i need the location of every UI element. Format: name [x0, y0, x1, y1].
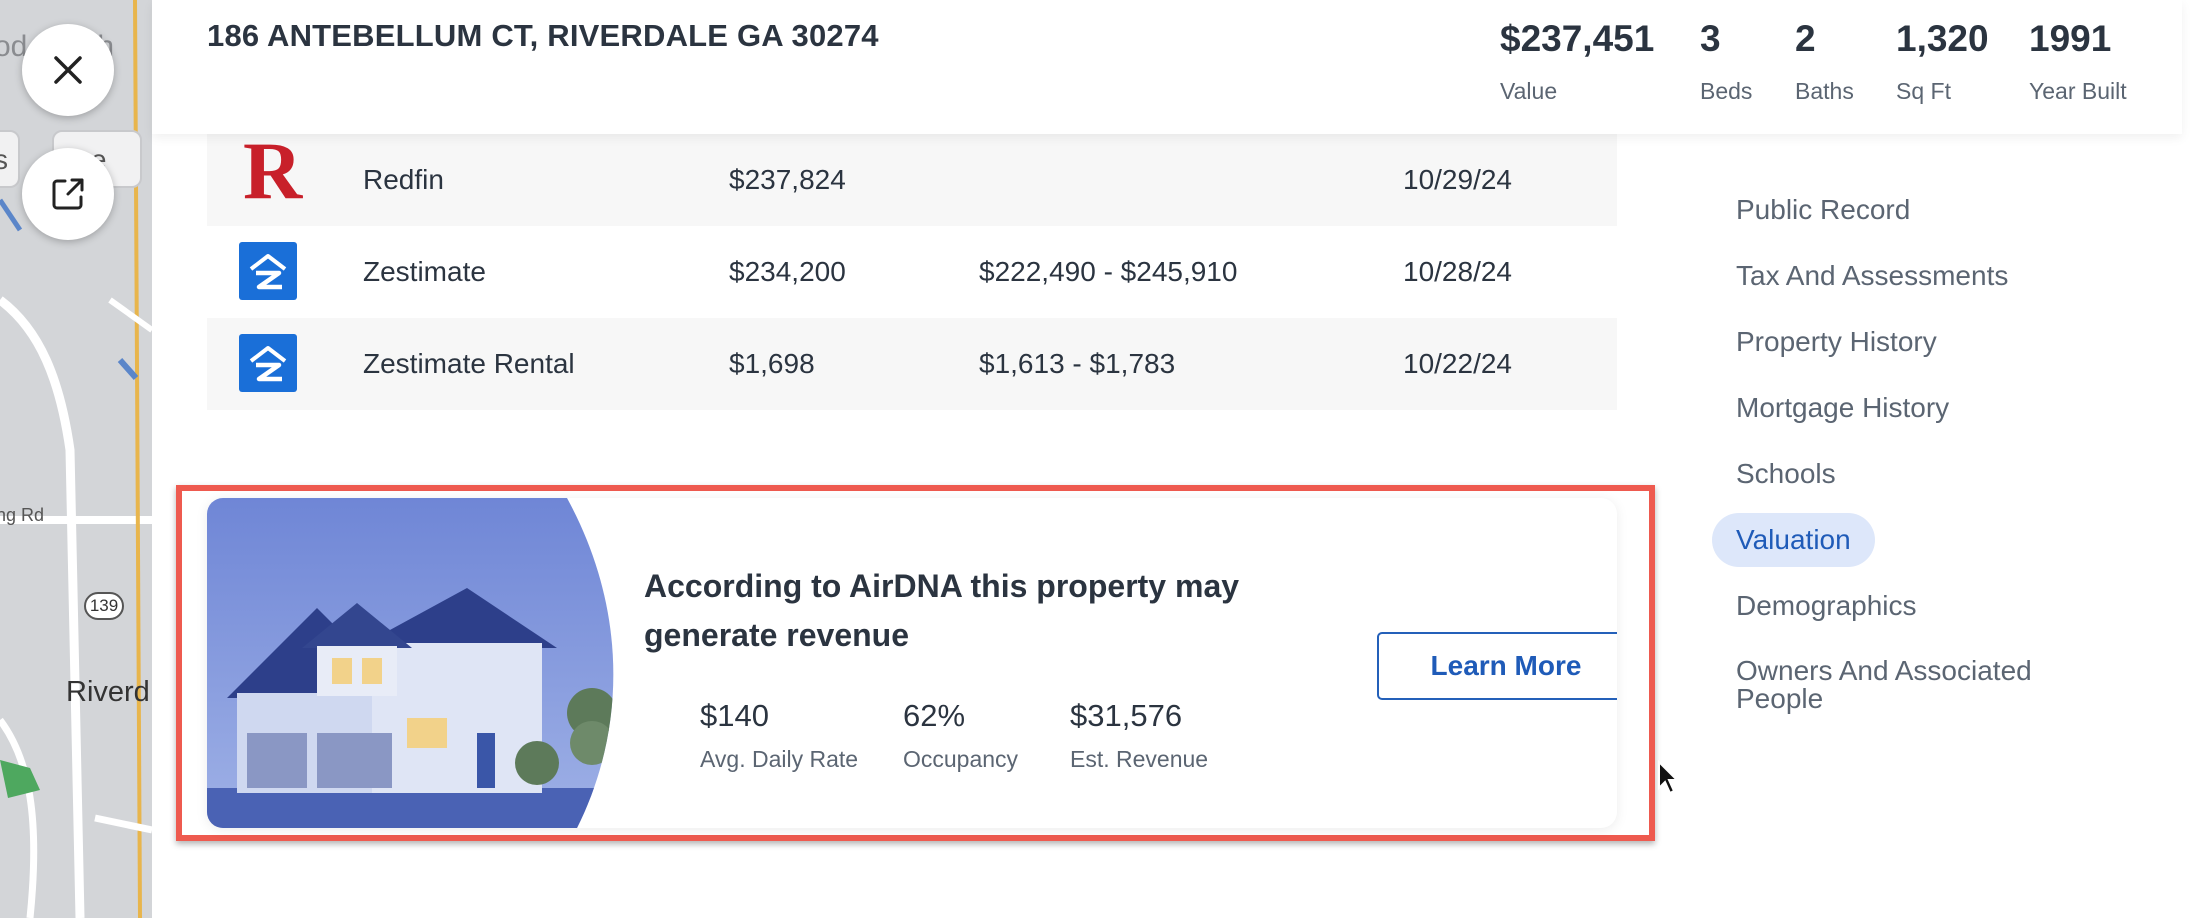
learn-more-button[interactable]: Learn More [1377, 632, 1617, 700]
stat-sqft: 1,320 Sq Ft [1896, 18, 1989, 105]
close-button[interactable] [22, 24, 114, 116]
valuation-range: $1,613 - $1,783 [979, 348, 1176, 379]
valuation-source: Zestimate [363, 256, 486, 287]
nav-item-property-history[interactable]: Property History [1712, 322, 2072, 362]
stat-sqft-label: Sq Ft [1896, 78, 1951, 104]
map-background[interactable]: od Neigh s ore ng Rd 139 Riverd [0, 0, 152, 918]
zillow-logo-icon [239, 334, 297, 392]
nav-item-tax-and-assessments[interactable]: Tax And Assessments [1712, 256, 2072, 296]
close-icon [54, 56, 82, 84]
stat-sqft-amount: 1,320 [1896, 18, 1989, 59]
stat-beds: 3 Beds [1700, 18, 1752, 105]
stat-value: $237,451 Value [1500, 18, 1654, 105]
nav-item-public-record[interactable]: Public Record [1712, 190, 2072, 230]
metric-revenue-label: Est. Revenue [1070, 746, 1209, 772]
map-road-label: ng Rd [0, 505, 45, 525]
mouse-cursor-icon [1658, 760, 1680, 795]
metric-daily-rate-label: Avg. Daily Rate [700, 746, 859, 772]
valuation-range: $222,490 - $245,910 [979, 256, 1238, 287]
stat-beds-label: Beds [1700, 78, 1753, 104]
airdna-revenue-card: According to AirDNA this property may ge… [207, 498, 1617, 828]
open-in-new-window-button[interactable] [22, 148, 114, 240]
stat-value-amount: $237,451 [1500, 18, 1655, 59]
zillow-logo-icon [239, 242, 297, 300]
airdna-headline: According to AirDNA this property may ge… [644, 568, 1240, 653]
valuation-estimate: $234,200 [729, 256, 846, 287]
property-header: 186 ANTEBELLUM CT, RIVERDALE GA 30274 $2… [152, 0, 2182, 134]
valuation-source: Zestimate Rental [363, 348, 575, 379]
property-detail-panel: 186 ANTEBELLUM CT, RIVERDALE GA 30274 $2… [152, 0, 2200, 918]
map-filter-chip[interactable]: s [0, 130, 20, 188]
stat-year-built-value: 1991 [2029, 18, 2112, 59]
valuation-table: R Redfin $237,824 10/29/24 Zestimate $23… [207, 130, 1617, 410]
nav-item-owners-and-associated-people[interactable]: Owners And Associated People [1712, 652, 2072, 718]
stat-year-built: 1991 Year Built [2029, 18, 2127, 105]
house-illustration [207, 498, 614, 828]
stat-year-built-label: Year Built [2029, 78, 2127, 104]
section-navigation: Public Record Tax And Assessments Proper… [1712, 190, 2072, 744]
metric-occupancy-value: 62% [903, 698, 966, 733]
route-shield: 139 [84, 592, 124, 620]
nav-item-mortgage-history[interactable]: Mortgage History [1712, 388, 2072, 428]
stat-beds-count: 3 [1700, 18, 1721, 59]
map-place-label: Riverd [66, 676, 150, 708]
metric-revenue: $31,576 Est. Revenue [1070, 698, 1208, 773]
external-link-icon [52, 178, 84, 210]
stat-baths: 2 Baths [1795, 18, 1854, 105]
valuation-source: Redfin [363, 164, 444, 195]
nav-item-demographics[interactable]: Demographics [1712, 586, 2072, 626]
stat-baths-count: 2 [1795, 18, 1816, 59]
valuation-date: 10/28/24 [1403, 256, 1512, 287]
table-row: Zestimate Rental $1,698 $1,613 - $1,783 … [207, 318, 1617, 410]
table-row: R Redfin $237,824 10/29/24 [207, 130, 1617, 226]
nav-item-schools[interactable]: Schools [1712, 454, 2072, 494]
metric-daily-rate-value: $140 [700, 698, 769, 733]
property-address: 186 ANTEBELLUM CT, RIVERDALE GA 30274 [207, 18, 879, 53]
table-row: Zestimate $234,200 $222,490 - $245,910 1… [207, 226, 1617, 318]
metric-occupancy-label: Occupancy [903, 746, 1019, 772]
stat-value-label: Value [1500, 78, 1558, 104]
valuation-estimate: $1,698 [729, 348, 815, 379]
metric-daily-rate: $140 Avg. Daily Rate [700, 698, 858, 773]
valuation-estimate: $237,824 [729, 164, 846, 195]
valuation-date: 10/29/24 [1403, 164, 1512, 195]
metric-occupancy: 62% Occupancy [903, 698, 1018, 773]
redfin-logo-icon: R [243, 125, 303, 216]
stat-baths-label: Baths [1795, 78, 1854, 104]
metric-revenue-value: $31,576 [1070, 698, 1183, 733]
valuation-date: 10/22/24 [1403, 348, 1512, 379]
nav-item-valuation[interactable]: Valuation [1712, 513, 1875, 567]
